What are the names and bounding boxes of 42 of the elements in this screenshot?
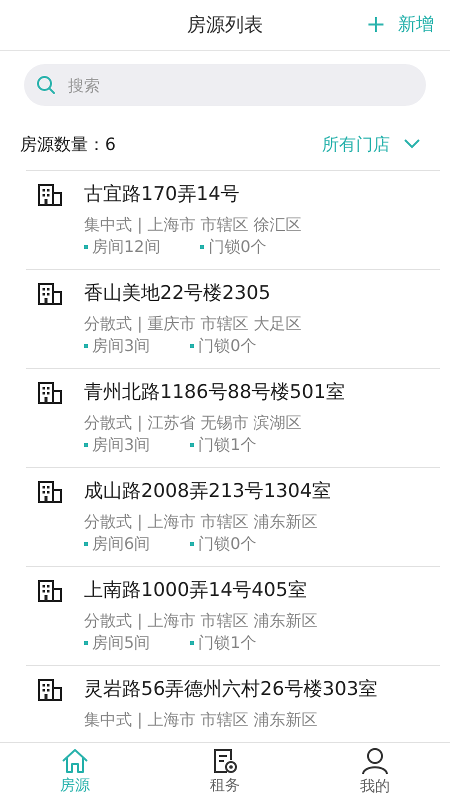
nav-tab[interactable]: 租务 [150, 743, 300, 800]
property-address: 香山美地22号楼2305 [84, 281, 272, 306]
room-count: 房间5间 [84, 633, 150, 653]
lock-count: 门锁0个 [190, 336, 256, 356]
building-icon [38, 184, 62, 206]
property-address: 成山路2008弄213号1304室 [84, 479, 331, 504]
property-count: 房源数量：6 [20, 134, 116, 156]
property-address: 古宜路170弄14号 [84, 182, 240, 207]
property-address: 上南路1000弄14号405室 [84, 578, 308, 603]
lock-count: 门锁1个 [190, 633, 256, 653]
lock-count: 门锁0个 [190, 534, 256, 554]
property-info: 分散式 | 上海市 市辖区 浦东新区 [84, 611, 318, 631]
building-icon [38, 283, 62, 305]
room-count: 房间6间 [84, 534, 150, 554]
person-icon [361, 747, 389, 775]
property-item[interactable]: 青州北路1186号88号楼501室 分散式 | 江苏省 无锡市 滨湖区 房间3间 门锁1个 [26, 368, 440, 467]
property-address: 灵岩路56弄德州六村26号楼303室 [84, 677, 378, 702]
search-field[interactable]: 搜索 [24, 64, 426, 106]
property-item[interactable]: 古宜路170弄14号 集中式 | 上海市 市辖区 徐汇区 房间12间 门锁0个 [26, 170, 440, 269]
chevron-down-icon [404, 139, 420, 149]
building-icon [38, 679, 62, 701]
page-title: 房源列表 [187, 13, 263, 38]
property-info: 集中式 | 上海市 市辖区 浦东新区 [84, 710, 319, 730]
property-address: 青州北路1186号88号楼501室 [84, 380, 345, 405]
property-item[interactable]: 上南路1000弄14号405室 分散式 | 上海市 市辖区 浦东新区 房间5间 门锁1个 [26, 566, 440, 665]
room-count: 房间3间 [84, 435, 150, 455]
building-icon [38, 481, 62, 503]
building-icon [38, 382, 62, 404]
nav-tab[interactable]: 我的 [300, 743, 450, 800]
property-info: 分散式 | 重庆市 市辖区 大足区 [84, 314, 302, 334]
home-icon [61, 748, 89, 774]
room-count: 房间3间 [84, 336, 150, 356]
property-info: 集中式 | 上海市 市辖区 徐汇区 [84, 215, 302, 235]
lock-count: 门锁0个 [200, 237, 267, 257]
room-count: 房间12间 [84, 237, 160, 257]
property-info: 分散式 | 上海市 市辖区 浦东新区 [84, 512, 319, 532]
property-info: 分散式 | 江苏省 无锡市 滨湖区 [84, 413, 303, 433]
lock-count: 门锁1个 [190, 435, 256, 455]
property-item[interactable]: 成山路2008弄213号1304室 分散式 | 上海市 市辖区 浦东新区 房间6间 门锁0个 [26, 467, 440, 566]
document-icon [212, 748, 238, 774]
property-item[interactable]: 香山美地22号楼2305 分散式 | 重庆市 市辖区 大足区 房间3间 门锁0个 [26, 269, 440, 368]
building-icon [38, 580, 62, 602]
